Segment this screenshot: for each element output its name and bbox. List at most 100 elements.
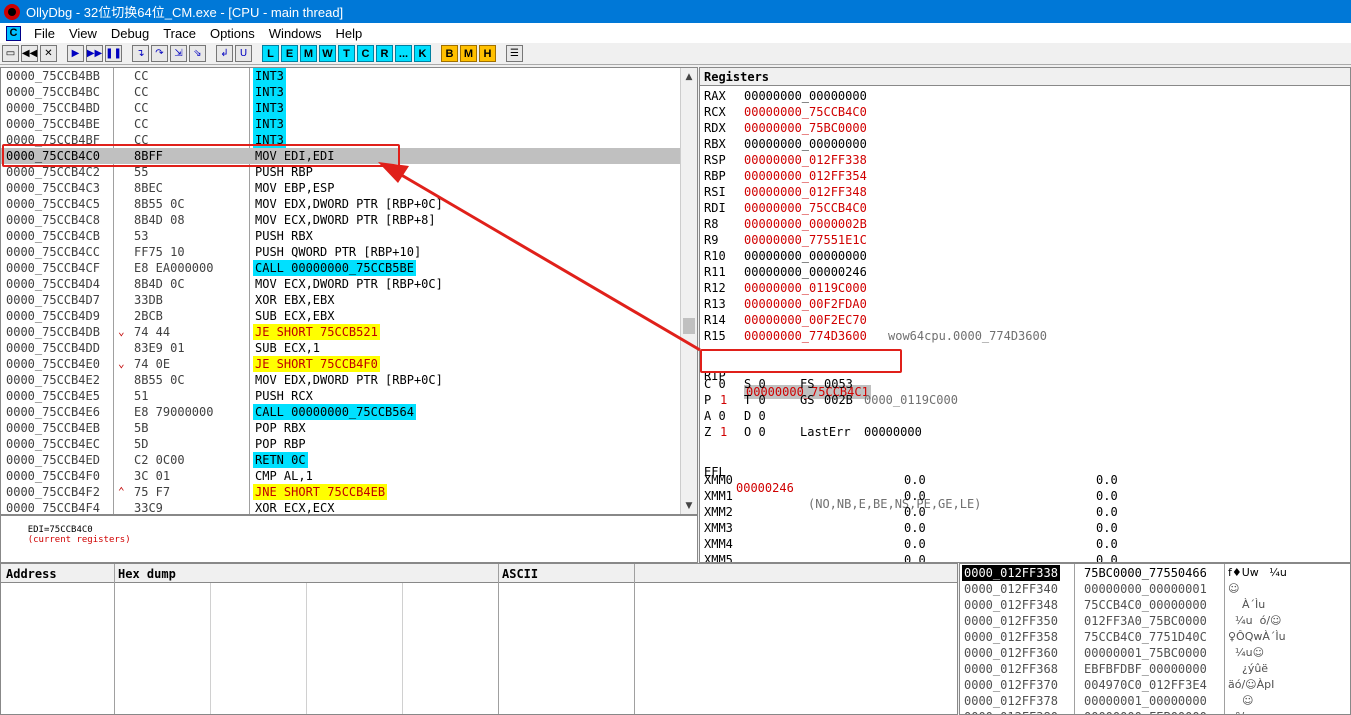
register-row[interactable]: RDI 00000000_75CCB4C0 bbox=[700, 200, 1350, 216]
gs-value[interactable]: 002B bbox=[824, 392, 853, 408]
registers-pane[interactable]: Registers RAX 00000000_00000000 RCX 0000000… bbox=[699, 67, 1351, 563]
disasm-row[interactable]: 0000_75CCB4D7 33DB XOR EBX,EBX bbox=[1, 292, 697, 308]
threads-window-button[interactable]: T bbox=[338, 45, 355, 62]
log-window-button[interactable]: L bbox=[262, 45, 279, 62]
scroll-thumb[interactable] bbox=[683, 318, 695, 334]
disassembly-pane[interactable]: 0000_75CCB4BB CC INT3 0000_75CCB4BC CC INT3 00… bbox=[0, 67, 698, 515]
register-row[interactable]: R9 00000000_77551E1C bbox=[700, 232, 1350, 248]
disassembly-scrollbar[interactable]: ▲ ▼ bbox=[680, 68, 697, 514]
xmm-value-low[interactable]: 0.0 bbox=[904, 552, 926, 562]
flag-t[interactable]: T 0 bbox=[744, 392, 766, 408]
xmm-value-high[interactable]: 0.0 bbox=[1096, 488, 1118, 504]
xmm-value-high[interactable]: 0.0 bbox=[1096, 552, 1118, 562]
disasm-row[interactable]: 0000_75CCB4DB ⌄ 74 44 JE SHORT 75CCB521 bbox=[1, 324, 697, 340]
xmm-row[interactable]: XMM5 0.0 0.0 bbox=[700, 552, 1350, 562]
menu-debug[interactable]: Debug bbox=[104, 26, 156, 41]
register-value[interactable]: 00000000_00000246 bbox=[744, 264, 867, 280]
xmm-value-high[interactable]: 0.0 bbox=[1096, 536, 1118, 552]
ellipsis-window-button[interactable]: ... bbox=[395, 45, 412, 62]
breakpoints-window-button[interactable]: B bbox=[441, 45, 458, 62]
cpu-window-button[interactable]: C bbox=[357, 45, 374, 62]
fs-value[interactable]: 0053 bbox=[824, 376, 853, 392]
memory-window-button[interactable]: M bbox=[300, 45, 317, 62]
register-value[interactable]: 00000000_75CCB4C0 bbox=[744, 200, 867, 216]
flag-s[interactable]: S 0 bbox=[744, 376, 766, 392]
disasm-row[interactable]: 0000_75CCB4D4 8B4D 0C MOV ECX,DWORD PTR [R… bbox=[1, 276, 697, 292]
step-into-icon[interactable]: ↴ bbox=[132, 45, 149, 62]
xmm-row[interactable]: XMM2 0.0 0.0 bbox=[700, 504, 1350, 520]
register-row[interactable]: RBX 00000000_00000000 bbox=[700, 136, 1350, 152]
flag-a[interactable]: A 0 bbox=[704, 408, 726, 424]
register-row[interactable]: R14 00000000_00F2EC70 bbox=[700, 312, 1350, 328]
disasm-row[interactable]: 0000_75CCB4E0 ⌄ 74 0E JE SHORT 75CCB4F0 bbox=[1, 356, 697, 372]
disasm-row[interactable]: 0000_75CCB4F2 ⌃ 75 F7 JNE SHORT 75CCB4EB bbox=[1, 484, 697, 500]
xmm-value-low[interactable]: 0.0 bbox=[904, 536, 926, 552]
list-icon[interactable]: ☰ bbox=[506, 45, 523, 62]
disasm-row[interactable]: 0000_75CCB4C5 8B55 0C MOV EDX,DWORD PTR [R… bbox=[1, 196, 697, 212]
xmm-value-high[interactable]: 0.0 bbox=[1096, 504, 1118, 520]
cpu-window-icon[interactable]: C bbox=[6, 25, 21, 41]
scroll-down-icon[interactable]: ▼ bbox=[681, 497, 697, 514]
run-trace-window-button[interactable]: R bbox=[376, 45, 393, 62]
run-thread-icon[interactable]: ▶▶ bbox=[86, 45, 103, 62]
run-icon[interactable]: ▶ bbox=[67, 45, 84, 62]
stack-pane[interactable]: 0000_012FF338 75BC0000_77550466 f♦Uw ¼u 000… bbox=[959, 563, 1351, 715]
stack-row[interactable]: 0000_012FF378 00000001_00000000 ☺ bbox=[960, 693, 1350, 709]
disasm-row[interactable]: 0000_75CCB4BC CC INT3 bbox=[1, 84, 697, 100]
xmm-value-low[interactable]: 0.0 bbox=[904, 488, 926, 504]
register-value[interactable]: 00000000_012FF348 bbox=[744, 184, 867, 200]
register-value[interactable]: 00000000_75CCB4C0 bbox=[744, 104, 867, 120]
dump-pane[interactable]: Address Hex dump ASCII bbox=[0, 563, 958, 715]
flag-p-value[interactable]: 1 bbox=[720, 392, 727, 408]
stack-row[interactable]: 0000_012FF340 00000000_00000001 ☺ bbox=[960, 581, 1350, 597]
register-row[interactable]: RBP 00000000_012FF354 bbox=[700, 168, 1350, 184]
register-row[interactable]: R8 00000000_0000002B bbox=[700, 216, 1350, 232]
dump-col-ascii[interactable]: ASCII bbox=[502, 567, 538, 581]
register-value[interactable]: 00000000_00000000 bbox=[744, 136, 867, 152]
register-value[interactable]: 00000000_0000002B bbox=[744, 216, 867, 232]
xmm-value-high[interactable]: 0.0 bbox=[1096, 472, 1118, 488]
modules-window-button[interactable]: E bbox=[281, 45, 298, 62]
register-row[interactable]: R13 00000000_00F2FDA0 bbox=[700, 296, 1350, 312]
stack-row[interactable]: 0000_012FF348 75CCB4C0_00000000 À´Ìu bbox=[960, 597, 1350, 613]
menu-file[interactable]: File bbox=[27, 26, 62, 41]
xmm-row[interactable]: XMM3 0.0 0.0 bbox=[700, 520, 1350, 536]
disasm-row[interactable]: 0000_75CCB4D9 2BCB SUB ECX,EBX bbox=[1, 308, 697, 324]
register-value[interactable]: 00000000_012FF354 bbox=[744, 168, 867, 184]
restart-icon[interactable]: ◀◀ bbox=[21, 45, 38, 62]
disasm-row[interactable]: 0000_75CCB4DD 83E9 01 SUB ECX,1 bbox=[1, 340, 697, 356]
dump-col-address[interactable]: Address bbox=[6, 567, 57, 581]
disasm-row[interactable]: 0000_75CCB4E6 E8 79000000 CALL 00000000_75… bbox=[1, 404, 697, 420]
execute-till-user-icon[interactable]: U bbox=[235, 45, 252, 62]
menu-options[interactable]: Options bbox=[203, 26, 262, 41]
handles-window-button[interactable]: H bbox=[479, 45, 496, 62]
stack-row[interactable]: 0000_012FF360 00000001_75BC0000 ¼u☺ bbox=[960, 645, 1350, 661]
disasm-row[interactable]: 0000_75CCB4F4 33C9 XOR ECX,ECX bbox=[1, 500, 697, 514]
stack-row[interactable]: 0000_012FF370 004970C0_012FF3E4 äó/☺ÀpI bbox=[960, 677, 1350, 693]
open-icon[interactable]: ▭ bbox=[2, 45, 19, 62]
flag-d[interactable]: D 0 bbox=[744, 408, 766, 424]
xmm-row[interactable]: XMM0 0.0 0.0 bbox=[700, 472, 1350, 488]
dump-col-hex[interactable]: Hex dump bbox=[118, 567, 176, 581]
stack-row[interactable]: 0000_012FF338 75BC0000_77550466 f♦Uw ¼u bbox=[960, 565, 1350, 581]
stack-row[interactable]: 0000_012FF350 012FF3A0_75BC0000 ¼u ó/☺ bbox=[960, 613, 1350, 629]
menu-view[interactable]: View bbox=[62, 26, 104, 41]
register-value[interactable]: 00000000_00F2EC70 bbox=[744, 312, 867, 328]
disasm-row[interactable]: 0000_75CCB4CF E8 EA000000 CALL 00000000_75… bbox=[1, 260, 697, 276]
disasm-row[interactable]: 0000_75CCB4C3 8BEC MOV EBP,ESP bbox=[1, 180, 697, 196]
register-row[interactable]: RAX 00000000_00000000 bbox=[700, 88, 1350, 104]
register-row[interactable]: RCX 00000000_75CCB4C0 bbox=[700, 104, 1350, 120]
xmm-row[interactable]: XMM1 0.0 0.0 bbox=[700, 488, 1350, 504]
register-value[interactable]: 00000000_00F2FDA0 bbox=[744, 296, 867, 312]
disasm-row[interactable]: 0000_75CCB4EC 5D POP RBP bbox=[1, 436, 697, 452]
disasm-row[interactable]: 0000_75CCB4CB 53 PUSH RBX bbox=[1, 228, 697, 244]
xmm-value-low[interactable]: 0.0 bbox=[904, 472, 926, 488]
execute-till-return-icon[interactable]: ↲ bbox=[216, 45, 233, 62]
disasm-row[interactable]: 0000_75CCB4BE CC INT3 bbox=[1, 116, 697, 132]
disasm-row[interactable]: 0000_75CCB4ED C2 0C00 RETN 0C bbox=[1, 452, 697, 468]
stack-row[interactable]: 0000_012FF368 EBFBFDBF_00000000 ¿ýûë bbox=[960, 661, 1350, 677]
stack-row[interactable]: 0000_012FF380 00000000_FEB00000 °/ bbox=[960, 709, 1350, 714]
xmm-value-low[interactable]: 0.0 bbox=[904, 504, 926, 520]
animate-into-icon[interactable]: ⇲ bbox=[170, 45, 187, 62]
call-stack-window-button[interactable]: K bbox=[414, 45, 431, 62]
